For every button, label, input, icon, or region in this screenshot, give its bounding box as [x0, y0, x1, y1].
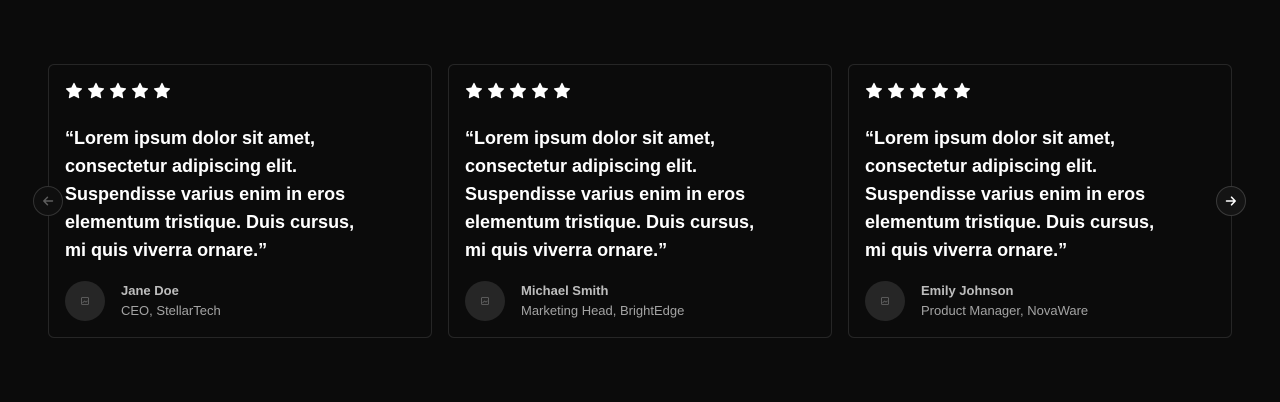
- author-info: Michael Smith Marketing Head, BrightEdge: [465, 281, 684, 321]
- star-icon: [65, 82, 83, 99]
- previous-slide-button[interactable]: [33, 186, 63, 216]
- arrow-right-icon: [1225, 195, 1237, 207]
- star-icon: [153, 82, 171, 99]
- testimonial-track: “Lorem ipsum dolor sit amet, consectetur…: [48, 64, 1232, 338]
- arrow-left-icon: [42, 195, 54, 207]
- testimonial-quote: “Lorem ipsum dolor sit amet, consectetur…: [65, 128, 355, 260]
- avatar: [465, 281, 505, 321]
- star-icon: [509, 82, 527, 99]
- star-icon: [909, 82, 927, 99]
- image-placeholder-icon: [881, 297, 889, 305]
- star-rating: [865, 82, 1215, 102]
- star-icon: [131, 82, 149, 99]
- image-placeholder-icon: [481, 297, 489, 305]
- author-role: Marketing Head, BrightEdge: [521, 302, 685, 318]
- avatar: [65, 281, 105, 321]
- testimonial-carousel: “Lorem ipsum dolor sit amet, consectetur…: [0, 0, 1280, 402]
- star-icon: [931, 82, 949, 99]
- star-icon: [465, 82, 483, 99]
- testimonial-quote: “Lorem ipsum dolor sit amet, consectetur…: [865, 128, 1155, 260]
- star-icon: [109, 82, 127, 99]
- star-icon: [87, 82, 105, 99]
- star-icon: [487, 82, 505, 99]
- author-info: Emily Johnson Product Manager, NovaWare: [865, 281, 1088, 321]
- star-icon: [887, 82, 905, 99]
- testimonial-card: “Lorem ipsum dolor sit amet, consectetur…: [848, 64, 1232, 338]
- author-name: Michael Smith: [521, 282, 609, 298]
- avatar: [865, 281, 905, 321]
- testimonial-card: “Lorem ipsum dolor sit amet, consectetur…: [448, 64, 832, 338]
- author-name: Emily Johnson: [921, 282, 1014, 298]
- author-info: Jane Doe CEO, StellarTech: [65, 281, 221, 321]
- star-icon: [953, 82, 971, 99]
- star-rating: [465, 82, 815, 102]
- next-slide-button[interactable]: [1216, 186, 1246, 216]
- author-role: CEO, StellarTech: [121, 302, 221, 318]
- testimonial-card: “Lorem ipsum dolor sit amet, consectetur…: [48, 64, 432, 338]
- star-icon: [553, 82, 571, 99]
- star-rating: [65, 82, 415, 102]
- star-icon: [865, 82, 883, 99]
- testimonial-quote: “Lorem ipsum dolor sit amet, consectetur…: [465, 128, 755, 260]
- author-role: Product Manager, NovaWare: [921, 302, 1089, 318]
- author-name: Jane Doe: [121, 282, 179, 298]
- star-icon: [531, 82, 549, 99]
- image-placeholder-icon: [81, 297, 89, 305]
